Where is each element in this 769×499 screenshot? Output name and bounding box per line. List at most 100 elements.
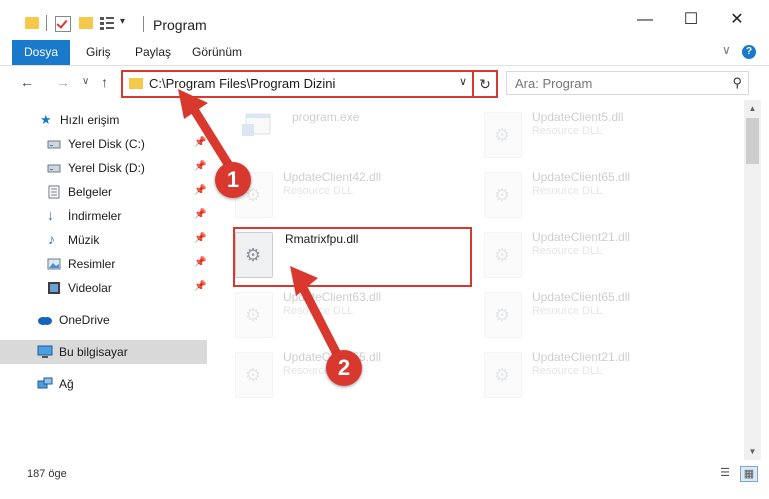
step-badge-1: 1: [215, 162, 251, 198]
file-type: Resource DLL: [532, 365, 603, 377]
up-arrow-icon[interactable]: ↑: [101, 74, 108, 90]
dll-file-icon: [235, 352, 273, 398]
close-button[interactable]: ✕: [714, 0, 760, 40]
file-type: Resource DLL: [532, 185, 603, 197]
file-item[interactable]: UpdateClient63.dll Resource DLL: [235, 286, 465, 342]
title-divider: [143, 16, 144, 32]
file-name: UpdateClient21.dll: [532, 350, 631, 364]
sidebar-item-label: Müzik: [68, 233, 100, 247]
address-dropdown-chevron-icon[interactable]: ∨: [459, 75, 467, 88]
properties-check-icon[interactable]: [55, 16, 71, 32]
sidebar-item-onedrive[interactable]: OneDrive: [0, 308, 207, 332]
sidebar-item-documents[interactable]: Belgeler 📌: [0, 180, 207, 204]
customize-toolbar-dropdown[interactable]: ▾: [120, 16, 125, 27]
tab-file[interactable]: Dosya: [12, 40, 70, 65]
file-name: UpdateClient5.dll: [532, 110, 624, 124]
file-name: UpdateClient65.dll: [532, 290, 631, 304]
search-placeholder: Ara: Program: [515, 76, 593, 91]
sidebar-item-downloads[interactable]: ↓ İndirmeler 📌: [0, 204, 207, 228]
drive-icon: [47, 161, 61, 175]
pin-icon[interactable]: 📌: [194, 185, 206, 196]
star-icon: ★: [40, 112, 52, 127]
file-type: Resource DLL: [283, 305, 354, 317]
sidebar-item-local-disk-d[interactable]: Yerel Disk (D:) 📌: [0, 156, 207, 180]
file-item[interactable]: UpdateClient65.dll Resource DLL: [484, 286, 714, 342]
pin-icon[interactable]: 📌: [194, 161, 206, 172]
pin-icon[interactable]: 📌: [194, 233, 206, 244]
item-count: 187 öge: [27, 468, 67, 480]
sidebar-item-quick-access[interactable]: ★ Hızlı erişim: [0, 108, 207, 132]
folder-icon[interactable]: [25, 17, 39, 29]
dll-file-icon: [484, 172, 522, 218]
pin-icon[interactable]: 📌: [194, 257, 206, 268]
dll-file-icon: [484, 292, 522, 338]
file-item[interactable]: UpdateClient21.dll Resource DLL: [484, 346, 714, 402]
pictures-icon: [47, 257, 61, 271]
status-bar: 187 öge ☰ ▦: [0, 460, 769, 499]
expand-ribbon-chevron-icon[interactable]: ∨: [722, 43, 731, 57]
sidebar-item-label: Resimler: [68, 257, 116, 271]
sidebar-item-label: OneDrive: [59, 313, 110, 327]
sidebar-item-label: Bu bilgisayar: [59, 345, 128, 359]
download-icon: ↓: [47, 207, 54, 223]
file-item[interactable]: UpdateClient5.dll Resource DLL: [484, 106, 714, 162]
sidebar-item-label: Videolar: [68, 281, 112, 295]
ribbon-tabs: Dosya Giriş Paylaş Görünüm ∨ ?: [0, 40, 769, 66]
sidebar-item-music[interactable]: ♪ Müzik 📌: [0, 228, 207, 252]
sidebar-item-label: İndirmeler: [68, 209, 122, 223]
file-type: Resource DLL: [532, 245, 603, 257]
details-view-icon[interactable]: ☰: [717, 466, 733, 480]
file-name: UpdateClient63.dll: [283, 290, 382, 304]
sidebar-item-network[interactable]: Ağ: [0, 372, 207, 396]
toolbar-divider: [46, 15, 47, 31]
file-item[interactable]: program.exe: [240, 106, 470, 162]
dll-file-icon: [484, 112, 522, 158]
documents-icon: [47, 185, 61, 199]
dll-file-icon: [235, 292, 273, 338]
sidebar-item-videos[interactable]: Videolar 📌: [0, 276, 207, 300]
address-bar[interactable]: C:\Program Files\Program Dizini ∨: [121, 70, 477, 98]
tab-home[interactable]: Giriş: [86, 40, 111, 65]
window-title: Program: [153, 17, 207, 33]
file-item[interactable]: UpdateClient42.dll Resource DLL: [235, 166, 465, 222]
file-item[interactable]: UpdateClient65.dll Resource DLL: [484, 166, 714, 222]
maximize-button[interactable]: ☐: [668, 0, 714, 40]
search-box[interactable]: Ara: Program ⚲: [506, 71, 749, 95]
sidebar-item-label: Belgeler: [68, 185, 113, 199]
highlight-box: [233, 227, 472, 287]
recent-locations-chevron-icon[interactable]: ∨: [82, 76, 89, 87]
scroll-up-arrow-icon[interactable]: ▲: [744, 100, 761, 117]
vertical-scrollbar[interactable]: ▲ ▼: [744, 100, 761, 460]
large-icons-view-icon[interactable]: ▦: [740, 466, 758, 482]
minimize-button[interactable]: —: [622, 0, 668, 40]
title-bar: ▾ Program — ☐ ✕: [0, 0, 769, 40]
scrollbar-thumb[interactable]: [746, 118, 759, 164]
file-item[interactable]: UpdateClient21.dll Resource DLL: [484, 226, 714, 282]
file-name: UpdateClient42.dll: [283, 170, 382, 184]
video-icon: [47, 281, 61, 295]
sidebar-item-label: Ağ: [59, 377, 74, 391]
pin-icon[interactable]: 📌: [194, 137, 206, 148]
dll-file-icon: [484, 352, 522, 398]
sidebar-item-local-disk-c[interactable]: Yerel Disk (C:) 📌: [0, 132, 207, 156]
tab-view[interactable]: Görünüm: [192, 40, 242, 65]
network-icon: [37, 377, 53, 391]
scroll-down-arrow-icon[interactable]: ▼: [744, 443, 761, 460]
forward-arrow-icon[interactable]: →: [56, 74, 70, 90]
pin-icon[interactable]: 📌: [194, 209, 206, 220]
sidebar-item-pictures[interactable]: Resimler 📌: [0, 252, 207, 276]
properties-icon[interactable]: [100, 16, 114, 30]
help-icon[interactable]: ?: [742, 45, 756, 59]
search-icon[interactable]: ⚲: [732, 75, 742, 91]
sidebar-item-this-pc[interactable]: Bu bilgisayar: [0, 340, 207, 364]
new-folder-icon[interactable]: [79, 17, 93, 29]
navigation-pane: ★ Hızlı erişim Yerel Disk (C:) 📌 Yerel D…: [0, 100, 207, 460]
cloud-icon: [37, 313, 52, 327]
file-name: program.exe: [292, 110, 360, 124]
back-arrow-icon[interactable]: ←: [20, 74, 34, 90]
dll-file-icon: [484, 232, 522, 278]
tab-share[interactable]: Paylaş: [135, 40, 171, 65]
sidebar-item-label: Yerel Disk (D:): [68, 161, 145, 175]
refresh-button[interactable]: ↻: [472, 70, 498, 98]
pin-icon[interactable]: 📌: [194, 281, 206, 292]
